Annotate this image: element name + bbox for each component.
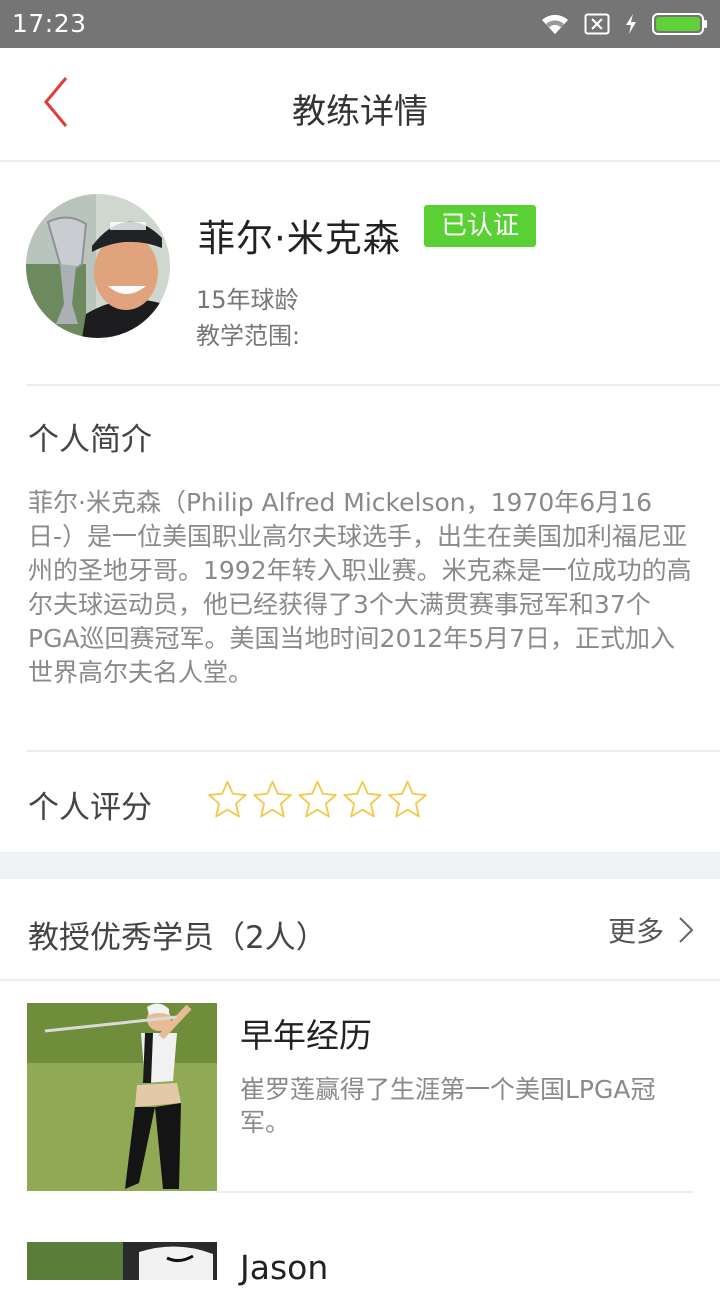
rating-stars [205, 778, 430, 822]
student-photo [27, 1003, 217, 1191]
divider [217, 1191, 693, 1193]
coach-experience: 15年球龄 [196, 286, 299, 314]
avatar-image [26, 194, 170, 338]
student-photo-image [27, 1003, 217, 1191]
divider [0, 979, 720, 981]
intro-heading: 个人简介 [28, 422, 152, 458]
star-icon [253, 780, 292, 818]
page-title: 教练详情 [292, 92, 428, 132]
student-item[interactable]: 早年经历 崔罗莲赢得了生涯第一个美国LPGA冠军。 [0, 1003, 720, 1191]
no-sim-icon [584, 13, 610, 35]
student-photo-image [27, 1242, 217, 1280]
verified-badge: 已认证 [424, 205, 536, 247]
divider [27, 750, 720, 752]
more-button[interactable]: 更多 [608, 910, 694, 950]
star-icon [208, 780, 247, 818]
wifi-icon [540, 12, 570, 36]
nav-bar: 教练详情 [0, 48, 720, 162]
coach-avatar[interactable] [26, 194, 170, 338]
chevron-right-icon [679, 917, 694, 943]
more-label: 更多 [607, 915, 664, 948]
teaching-scope: 教学范围: [196, 322, 301, 350]
star-icon [298, 780, 337, 818]
student-title: 早年经历 [240, 1016, 372, 1055]
student-desc: 崔罗莲赢得了生涯第一个美国LPGA冠军。 [240, 1075, 656, 1137]
status-time: 17:23 [12, 9, 87, 38]
rating-label: 个人评分 [28, 790, 152, 826]
star-icon [388, 780, 427, 818]
coach-name: 菲尔·米克森 [198, 217, 401, 260]
intro-text: 菲尔·米克森（Philip Alfred Mickelson，1970年6月16… [28, 488, 692, 687]
divider [27, 384, 720, 386]
star-icon [343, 780, 382, 818]
section-gap [0, 852, 720, 879]
status-icons [540, 10, 708, 38]
student-title: Jason [240, 1248, 329, 1287]
coach-profile: 菲尔·米克森 已认证 15年球龄 教学范围: [0, 162, 720, 384]
charging-icon [624, 13, 638, 35]
student-photo [27, 1242, 217, 1280]
battery-icon [652, 12, 708, 36]
students-heading: 教授优秀学员（2人） [28, 920, 327, 956]
status-bar: 17:23 [0, 0, 720, 48]
student-item[interactable]: Jason [0, 1242, 720, 1302]
